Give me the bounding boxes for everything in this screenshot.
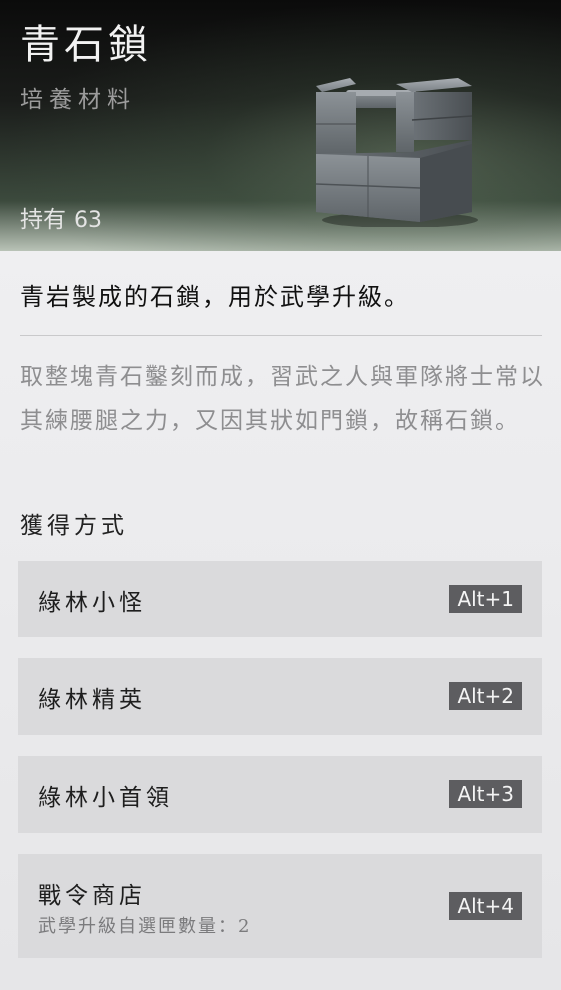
item-detail-panel: 青石鎖 培養材料 持有 63 青岩製成的石鎖，用於武學升級。 取整塊青石鑿刻而成… [0, 0, 561, 990]
source-note: 武學升級自選匣數量：2 [38, 916, 252, 937]
item-body: 青岩製成的石鎖，用於武學升級。 取整塊青石鑿刻而成，習武之人與軍隊將士常以其練腰… [0, 251, 561, 990]
owned-count: 63 [74, 208, 102, 233]
item-category: 培養材料 [20, 87, 136, 113]
hotkey-badge[interactable]: Alt+2 [449, 682, 522, 710]
source-row-3[interactable]: 綠林小首領 Alt+3 [18, 756, 542, 833]
source-row-2[interactable]: 綠林精英 Alt+2 [18, 658, 542, 735]
owned-label: 持有 [20, 207, 66, 233]
divider [20, 335, 542, 336]
source-label: 綠林小首領 [38, 785, 173, 811]
hotkey-badge[interactable]: Alt+4 [449, 892, 522, 920]
hotkey-badge[interactable]: Alt+3 [449, 780, 522, 808]
stone-lock-icon [315, 78, 478, 227]
source-row-4[interactable]: 戰令商店 武學升級自選匣數量：2 Alt+4 [18, 854, 542, 958]
item-title: 青石鎖 [20, 22, 152, 68]
item-header: 青石鎖 培養材料 持有 63 [0, 0, 561, 251]
source-label: 綠林小怪 [38, 590, 146, 616]
owned-count-line: 持有 63 [20, 200, 102, 234]
source-label: 戰令商店 [38, 883, 146, 909]
source-label: 綠林精英 [38, 687, 146, 713]
source-row-1[interactable]: 綠林小怪 Alt+1 [18, 561, 542, 637]
acquisition-heading: 獲得方式 [20, 513, 128, 539]
item-summary: 青岩製成的石鎖，用於武學升級。 [20, 283, 410, 311]
hotkey-badge[interactable]: Alt+1 [449, 585, 522, 613]
item-lore: 取整塊青石鑿刻而成，習武之人與軍隊將士常以其練腰腿之力，又因其狀如門鎖，故稱石鎖… [20, 364, 545, 434]
